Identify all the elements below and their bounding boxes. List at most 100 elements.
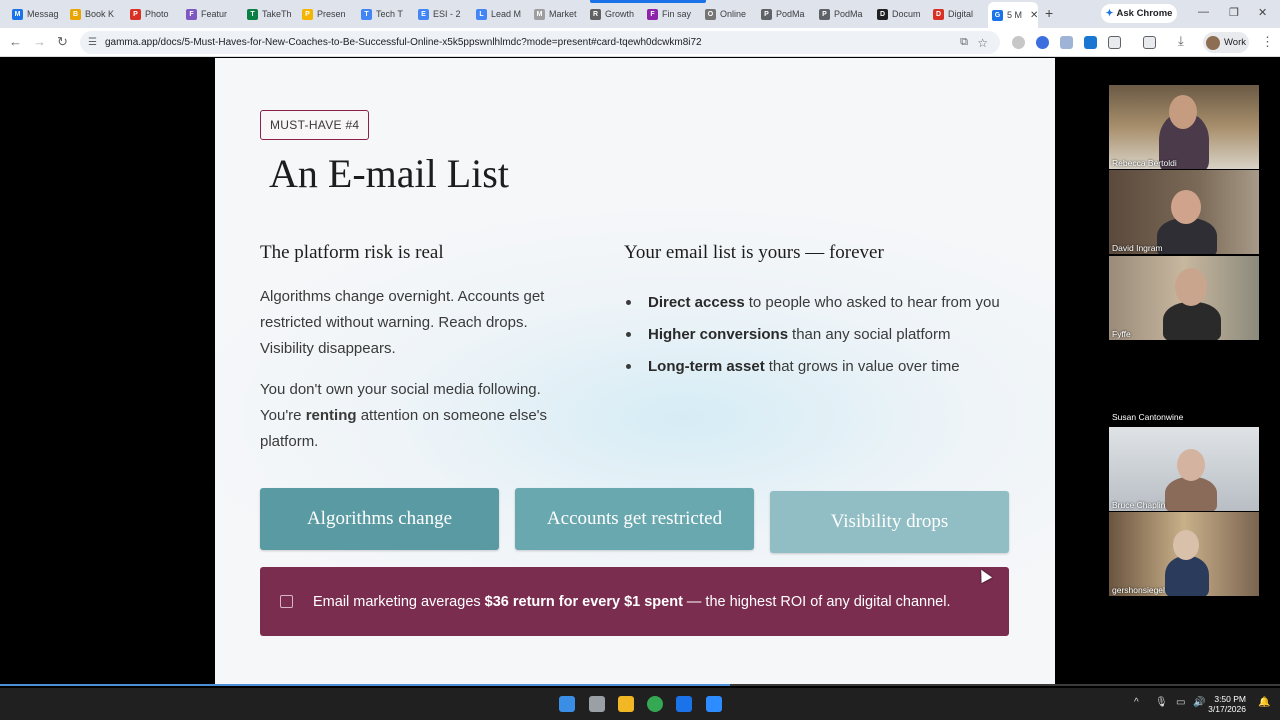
browser-tab[interactable]: E ESI - 2	[418, 4, 473, 24]
minimize-icon[interactable]: —	[1198, 6, 1209, 18]
close-window-icon[interactable]: ✕	[1258, 6, 1267, 19]
tab-label: Messag	[27, 9, 59, 19]
forward-icon[interactable]: →	[33, 34, 46, 49]
roi-callout: Email marketing averages $36 return for …	[260, 567, 1009, 636]
browser-tab[interactable]: R Growth	[590, 4, 644, 24]
browser-tab[interactable]: M Market	[534, 4, 586, 24]
video-tile[interactable]: Bruce Chaplin	[1109, 427, 1259, 511]
browser-tab[interactable]: P PodMa	[819, 4, 874, 24]
browser-tab[interactable]: B Book K	[70, 4, 126, 24]
checkbox-icon	[280, 595, 293, 608]
browser-tab[interactable]: D Docum	[877, 4, 930, 24]
tab-label: Photo	[145, 9, 169, 19]
tab-favicon-icon: D	[877, 8, 888, 20]
tab-label: Fin say	[662, 9, 692, 19]
participant-name: gershonsiegel	[1112, 585, 1165, 595]
extension-icon[interactable]	[1060, 36, 1073, 49]
tab-favicon-icon: G	[992, 9, 1003, 21]
tab-label: Docum	[892, 9, 921, 19]
notifications-icon[interactable]: 🔔	[1258, 697, 1270, 708]
browser-tab[interactable]: T Tech T	[361, 4, 415, 24]
profile-button[interactable]: Work	[1203, 32, 1249, 53]
network-icon[interactable]: ▭	[1176, 697, 1185, 708]
browser-tab[interactable]: O Online	[705, 4, 757, 24]
extension-icon[interactable]	[1012, 36, 1025, 49]
video-tile[interactable]: David Ingram	[1109, 170, 1259, 254]
url-text[interactable]: gamma.app/docs/5-Must-Haves-for-New-Coac…	[105, 37, 702, 48]
browser-tab[interactable]: D Digital	[933, 4, 985, 24]
browser-tab[interactable]: F Featur	[186, 4, 244, 24]
algorithms-change-card: Algorithms change	[260, 488, 499, 550]
task-view-icon[interactable]	[589, 696, 605, 712]
side-panel-icon[interactable]	[1143, 36, 1156, 49]
renting-paragraph: You don't own your social media followin…	[260, 381, 548, 450]
visibility-drops-card: Visibility drops	[770, 491, 1009, 553]
restore-icon[interactable]: ❐	[1229, 6, 1239, 19]
tab-label: Digital	[948, 9, 974, 19]
participant-face	[1177, 449, 1205, 481]
microphone-icon[interactable]: 🎙	[1155, 697, 1168, 708]
ask-chrome-button[interactable]: ✦ Ask Chrome	[1101, 4, 1177, 23]
chrome-icon[interactable]	[647, 696, 663, 712]
participant-face	[1171, 190, 1201, 224]
tab-favicon-icon: L	[476, 8, 487, 20]
tab-label: Online	[720, 9, 747, 19]
video-tile[interactable]: gershonsiegel	[1109, 512, 1259, 596]
file-explorer-icon[interactable]	[618, 696, 634, 712]
browser-tab[interactable]: F Fin say	[647, 4, 702, 24]
volume-icon[interactable]: 🔊	[1193, 697, 1205, 708]
extension-icon[interactable]	[1036, 36, 1049, 49]
download-icon[interactable]: ⤓	[1178, 33, 1184, 49]
system-clock[interactable]: 3:50 PM 3/17/2026	[1208, 694, 1246, 714]
bullet-icon	[626, 331, 631, 337]
benefits-list: Direct access to people who asked to hear…	[626, 286, 1000, 382]
browser-tab[interactable]: M Messag	[12, 4, 67, 24]
tab-favicon-icon: O	[705, 8, 716, 20]
presentation-progress-bar	[0, 684, 1280, 686]
list-item: Direct access to people who asked to hear…	[626, 286, 1000, 318]
participant-video	[1163, 302, 1221, 340]
browser-tab[interactable]: T TakeTh	[247, 4, 299, 24]
extension-icon[interactable]	[1084, 36, 1097, 49]
tab-favicon-icon: F	[186, 8, 197, 20]
tab-label: Tech T	[376, 9, 403, 19]
extensions-puzzle-icon[interactable]	[1108, 36, 1121, 49]
skype-icon[interactable]	[676, 696, 692, 712]
tab-label: Book K	[85, 9, 115, 19]
back-icon[interactable]: ←	[9, 34, 22, 49]
tab-label: Lead M	[491, 9, 522, 19]
video-tile[interactable]: Fyffe	[1109, 256, 1259, 340]
address-bar[interactable]: ☰ gamma.app/docs/5-Must-Haves-for-New-Co…	[80, 31, 1000, 54]
site-info-icon[interactable]: ☰	[88, 37, 97, 48]
presentation-viewport: MUST-HAVE #4 An E-mail List The platform…	[0, 58, 1280, 686]
menu-kebab-icon[interactable]: ⋮	[1261, 34, 1274, 50]
tab-active[interactable]: G 5 M ✕	[988, 2, 1038, 28]
tab-favicon-icon: M	[534, 8, 545, 20]
bullet-icon	[626, 363, 631, 369]
tab-favicon-icon: T	[247, 8, 258, 20]
bookmark-star-icon[interactable]: ☆	[977, 36, 988, 50]
browser-tab[interactable]: P PodMa	[761, 4, 816, 24]
zoom-icon[interactable]	[706, 696, 722, 712]
tab-label: PodMa	[834, 9, 863, 19]
install-app-icon[interactable]: ⧉	[960, 36, 968, 49]
browser-tab[interactable]: P Photo	[130, 4, 182, 24]
must-have-badge: MUST-HAVE #4	[260, 110, 370, 140]
tab-label: Market	[549, 9, 577, 19]
close-tab-icon[interactable]: ✕	[1030, 10, 1038, 21]
windows-taskbar: ^ 🎙 ▭ 🔊 3:50 PM 3/17/2026 🔔	[0, 688, 1280, 720]
participant-name: Rebecca Bertoldi	[1112, 158, 1177, 168]
tab-label: PodMa	[776, 9, 805, 19]
new-tab-button[interactable]: +	[1045, 5, 1053, 21]
video-tile[interactable]: Rebecca Bertoldi	[1109, 85, 1259, 169]
browser-tab[interactable]: L Lead M	[476, 4, 531, 24]
tray-chevron-icon[interactable]: ^	[1134, 697, 1139, 708]
progress-fill	[0, 684, 730, 686]
windows-start-icon[interactable]	[559, 696, 575, 712]
tab-bar: M Messag B Book K P Photo F Featur T TakeTh P Prese…	[0, 0, 1280, 28]
tab-label: TakeTh	[262, 9, 292, 19]
reload-icon[interactable]: ↻	[57, 34, 68, 50]
browser-tab[interactable]: P Presen	[302, 4, 358, 24]
tab-label: Growth	[605, 9, 635, 19]
platform-risk-paragraph: Algorithms change overnight. Accounts ge…	[260, 288, 545, 357]
